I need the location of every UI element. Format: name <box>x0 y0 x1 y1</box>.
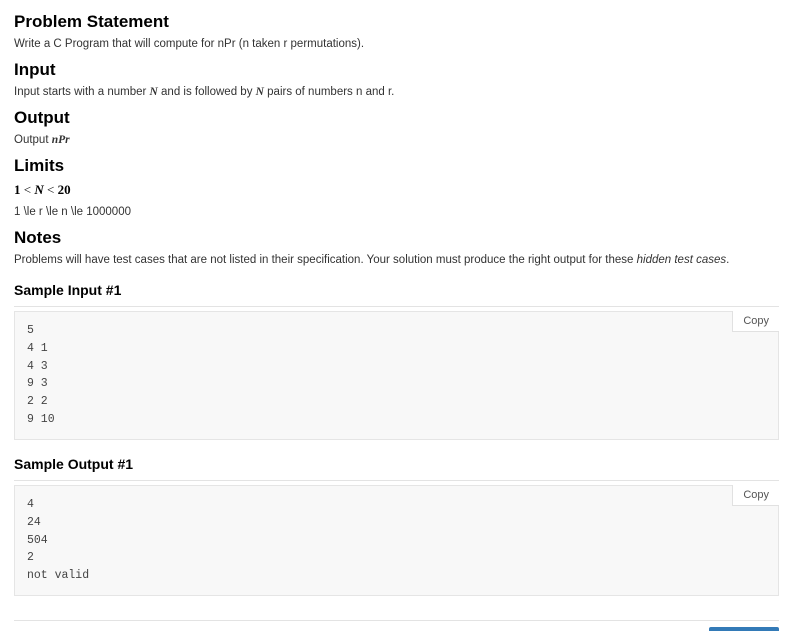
heading-output: Output <box>14 108 779 128</box>
heading-notes: Notes <box>14 228 779 248</box>
copy-button[interactable]: Copy <box>732 485 779 506</box>
heading-sample-output-1: Sample Output #1 <box>14 456 779 472</box>
limits-line-2: 1 \le r \le n \le 1000000 <box>14 206 779 218</box>
notes-text: Problems will have test cases that are n… <box>14 254 779 266</box>
input-symbol-n: N <box>150 86 158 98</box>
heading-limits: Limits <box>14 156 779 176</box>
action-button-hint[interactable] <box>709 627 779 631</box>
sample-input-block: Copy 5 4 1 4 3 9 3 2 2 9 10 <box>14 311 779 440</box>
input-text-mid: and is followed by <box>158 86 256 98</box>
input-description: Input starts with a number N and is foll… <box>14 86 779 98</box>
input-text-suffix: pairs of numbers n and r. <box>264 86 394 98</box>
limits-line-1: 1 < N < 20 <box>14 182 779 198</box>
limits-lt-2: < <box>44 182 58 197</box>
notes-hidden-test-cases: hidden test cases <box>637 254 727 266</box>
output-description: Output nPr <box>14 134 779 146</box>
output-text-prefix: Output <box>14 134 52 146</box>
limits-20: 20 <box>58 182 71 197</box>
sample-output-block: Copy 4 24 504 2 not valid <box>14 485 779 596</box>
heading-input: Input <box>14 60 779 80</box>
input-text-prefix: Input starts with a number <box>14 86 150 98</box>
notes-suffix: . <box>726 254 729 266</box>
sample-input-code: 5 4 1 4 3 9 3 2 2 9 10 <box>14 311 779 440</box>
input-symbol-n-2: N <box>256 86 264 98</box>
divider <box>14 306 779 307</box>
output-formula-r: r <box>65 134 69 146</box>
limits-lt-1: < <box>21 182 35 197</box>
divider <box>14 480 779 481</box>
heading-sample-input-1: Sample Input #1 <box>14 282 779 298</box>
sample-output-code: 4 24 504 2 not valid <box>14 485 779 596</box>
notes-prefix: Problems will have test cases that are n… <box>14 254 637 266</box>
heading-problem-statement: Problem Statement <box>14 12 779 32</box>
bottom-bar <box>14 620 779 631</box>
problem-statement-text: Write a C Program that will compute for … <box>14 38 779 50</box>
limits-n: N <box>34 182 43 197</box>
copy-button[interactable]: Copy <box>732 311 779 332</box>
